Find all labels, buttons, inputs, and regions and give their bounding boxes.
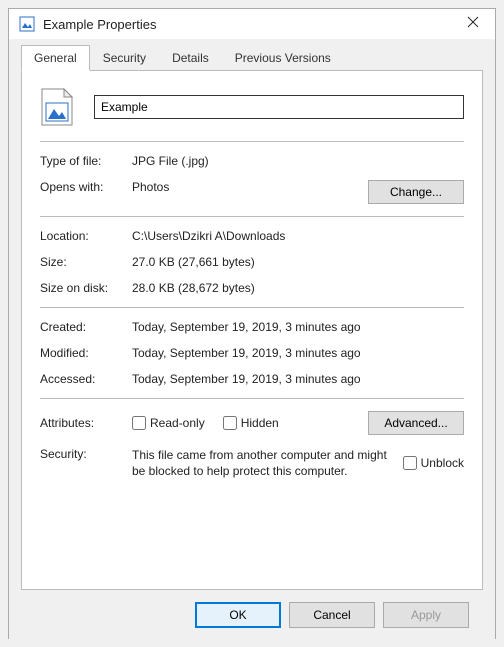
titlebar: Example Properties [9,9,495,39]
close-icon [467,16,479,28]
readonly-checkbox-input[interactable] [132,416,146,430]
hidden-checkbox-input[interactable] [223,416,237,430]
unblock-checkbox-input[interactable] [403,456,417,470]
tab-strip: General Security Details Previous Versio… [21,45,483,70]
file-type-icon [40,87,74,127]
created-value: Today, September 19, 2019, 3 minutes ago [132,320,464,334]
type-of-file-label: Type of file: [40,154,132,168]
modified-value: Today, September 19, 2019, 3 minutes ago [132,346,464,360]
tab-general[interactable]: General [21,45,90,71]
attributes-label: Attributes: [40,416,132,430]
size-on-disk-label: Size on disk: [40,281,132,295]
hidden-label: Hidden [241,416,279,430]
size-value: 27.0 KB (27,661 bytes) [132,255,464,269]
separator [40,398,464,399]
modified-label: Modified: [40,346,132,360]
opens-with-label: Opens with: [40,180,132,194]
location-value: C:\Users\Dzikri A\Downloads [132,229,464,243]
tab-previous-versions[interactable]: Previous Versions [222,45,344,71]
advanced-button[interactable]: Advanced... [368,411,464,435]
opens-with-value: Photos [132,180,368,194]
hidden-checkbox[interactable]: Hidden [223,416,279,430]
separator [40,216,464,217]
apply-button[interactable]: Apply [383,602,469,628]
location-label: Location: [40,229,132,243]
dialog-footer: OK Cancel Apply [21,590,483,640]
size-label: Size: [40,255,132,269]
filename-input[interactable] [94,95,464,119]
tab-details[interactable]: Details [159,45,222,71]
ok-button[interactable]: OK [195,602,281,628]
security-label: Security: [40,447,132,461]
tab-security[interactable]: Security [90,45,159,71]
unblock-checkbox[interactable]: Unblock [403,447,464,479]
separator [40,141,464,142]
change-button[interactable]: Change... [368,180,464,204]
properties-dialog: Example Properties General Security Deta… [8,8,496,639]
accessed-label: Accessed: [40,372,132,386]
accessed-value: Today, September 19, 2019, 3 minutes ago [132,372,464,386]
size-on-disk-value: 28.0 KB (28,672 bytes) [132,281,464,295]
file-image-icon [19,16,35,32]
type-of-file-value: JPG File (.jpg) [132,154,464,168]
window-title: Example Properties [43,17,156,32]
readonly-label: Read-only [150,416,205,430]
created-label: Created: [40,320,132,334]
close-button[interactable] [461,15,485,33]
unblock-label: Unblock [421,456,464,470]
content-area: General Security Details Previous Versio… [9,39,495,640]
security-text: This file came from another computer and… [132,447,393,479]
general-panel: Type of file: JPG File (.jpg) Opens with… [21,70,483,590]
cancel-button[interactable]: Cancel [289,602,375,628]
readonly-checkbox[interactable]: Read-only [132,416,205,430]
separator [40,307,464,308]
